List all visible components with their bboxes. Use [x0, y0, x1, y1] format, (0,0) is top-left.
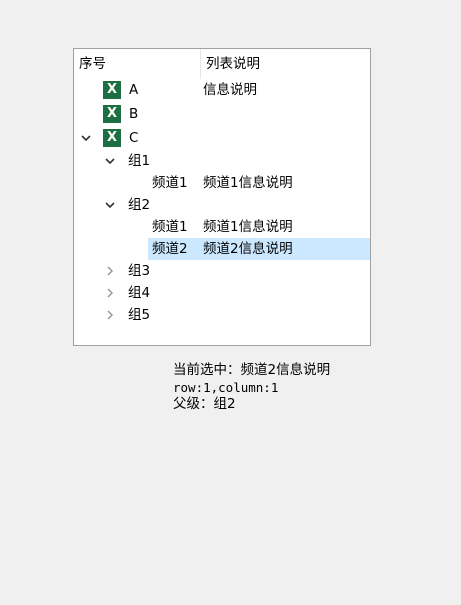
- excel-icon: X: [103, 81, 121, 99]
- excel-icon: X: [103, 129, 121, 147]
- tree-row-label: B: [129, 106, 139, 122]
- chevron-down-icon[interactable]: [80, 132, 92, 144]
- chevron-right-icon[interactable]: [104, 287, 116, 299]
- tree-row-group1[interactable]: 组1: [74, 150, 370, 172]
- tree-row-label: 组4: [128, 285, 151, 301]
- excel-icon: X: [103, 105, 121, 123]
- tree-row-label: 组5: [128, 307, 151, 323]
- tree-row-description: 频道1信息说明: [203, 175, 293, 191]
- chevron-right-icon[interactable]: [104, 265, 116, 277]
- tree-row-label: A: [129, 82, 139, 98]
- tree-row-group3[interactable]: 组3: [74, 260, 370, 282]
- tree-row-group1-channel1[interactable]: 频道1 频道1信息说明: [74, 172, 370, 194]
- chevron-right-icon[interactable]: [104, 309, 116, 321]
- column-header-description[interactable]: 列表说明: [200, 49, 370, 79]
- chevron-down-icon[interactable]: [104, 199, 116, 211]
- tree-row-description: 频道1信息说明: [203, 219, 293, 235]
- selection-info: 当前选中：频道2信息说明 row:1,column:1 父级：组2: [173, 362, 330, 413]
- parent-text: 父级：组2: [173, 396, 236, 412]
- column-header-index[interactable]: 序号: [74, 49, 200, 79]
- tree-row-label: 组2: [128, 197, 151, 213]
- tree-row-label: 频道1: [152, 219, 188, 235]
- tree-header: 序号 列表说明: [74, 49, 370, 79]
- tree-row-label: C: [129, 130, 139, 146]
- tree-row-a[interactable]: X A 信息说明: [74, 79, 370, 101]
- chevron-down-icon[interactable]: [104, 155, 116, 167]
- tree-row-group2[interactable]: 组2: [74, 194, 370, 216]
- tree-row-b[interactable]: X B: [74, 103, 370, 125]
- tree-view[interactable]: 序号 列表说明 X A 信息说明 X B X C 组1 频道1 频道1信息说明 …: [73, 48, 371, 346]
- tree-row-group5[interactable]: 组5: [74, 304, 370, 326]
- tree-row-label: 频道2: [152, 241, 188, 257]
- tree-row-group4[interactable]: 组4: [74, 282, 370, 304]
- tree-row-label: 组3: [128, 263, 151, 279]
- tree-row-label: 组1: [128, 153, 151, 169]
- row-column-text: row:1,column:1: [173, 380, 279, 395]
- tree-row-label: 频道1: [152, 175, 188, 191]
- tree-row-description: 信息说明: [203, 82, 257, 98]
- tree-row-description: 频道2信息说明: [203, 241, 293, 257]
- tree-row-c[interactable]: X C: [74, 127, 370, 149]
- selected-item-text: 当前选中：频道2信息说明: [173, 362, 331, 378]
- tree-row-group2-channel1[interactable]: 频道1 频道1信息说明: [74, 216, 370, 238]
- tree-row-group2-channel2[interactable]: 频道2 频道2信息说明: [74, 238, 370, 260]
